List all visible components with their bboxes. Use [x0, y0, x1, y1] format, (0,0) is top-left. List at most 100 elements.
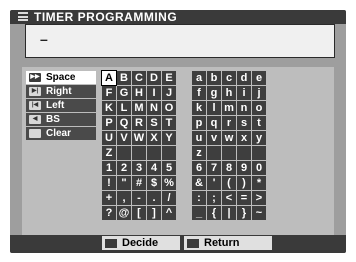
decide-button[interactable]: Decide [102, 236, 180, 250]
char-key[interactable]: _ [192, 206, 206, 220]
char-key[interactable]: E [162, 71, 176, 85]
char-key[interactable]: u [192, 131, 206, 145]
clear-button[interactable]: Clear [26, 127, 96, 140]
char-key[interactable]: Y [162, 131, 176, 145]
text-input-field[interactable]: – [25, 24, 335, 58]
char-key[interactable]: + [102, 191, 116, 205]
char-key[interactable]: , [117, 191, 131, 205]
char-key[interactable]: % [162, 176, 176, 190]
char-key[interactable]: F [102, 86, 116, 100]
char-key[interactable]: ] [147, 206, 161, 220]
char-key[interactable]: W [132, 131, 146, 145]
char-key[interactable]: g [207, 86, 221, 100]
char-key[interactable]: 4 [147, 161, 161, 175]
char-key[interactable]: 9 [237, 161, 251, 175]
char-key[interactable]: n [237, 101, 251, 115]
char-key[interactable]: M [132, 101, 146, 115]
char-key[interactable]: m [222, 101, 236, 115]
char-key[interactable]: C [132, 71, 146, 85]
char-key[interactable]: X [147, 131, 161, 145]
char-key[interactable]: { [207, 206, 221, 220]
char-key[interactable]: ; [207, 191, 221, 205]
char-key[interactable]: U [102, 131, 116, 145]
char-key[interactable]: P [102, 116, 116, 130]
char-key[interactable]: b [207, 71, 221, 85]
right-button[interactable]: ▶| Right [26, 85, 96, 98]
char-key[interactable]: v [207, 131, 221, 145]
char-key[interactable]: 6 [192, 161, 206, 175]
char-key[interactable]: z [192, 146, 206, 160]
char-key[interactable]: p [192, 116, 206, 130]
char-key[interactable]: 1 [102, 161, 116, 175]
char-key[interactable]: L [117, 101, 131, 115]
char-key[interactable]: ) [237, 176, 251, 190]
char-key[interactable]: h [222, 86, 236, 100]
char-key[interactable]: ^ [162, 206, 176, 220]
char-key[interactable]: A [101, 70, 117, 86]
char-key[interactable]: O [162, 101, 176, 115]
char-key[interactable]: } [237, 206, 251, 220]
char-key[interactable]: G [117, 86, 131, 100]
char-key[interactable]: t [252, 116, 266, 130]
char-key[interactable]: # [132, 176, 146, 190]
char-key[interactable]: K [102, 101, 116, 115]
char-key[interactable]: & [192, 176, 206, 190]
char-key[interactable]: 8 [222, 161, 236, 175]
char-key[interactable]: @ [117, 206, 131, 220]
char-key[interactable]: ~ [252, 206, 266, 220]
char-key[interactable]: j [252, 86, 266, 100]
char-key[interactable]: . [147, 191, 161, 205]
char-key[interactable]: o [252, 101, 266, 115]
char-key[interactable]: ? [102, 206, 116, 220]
char-key[interactable]: S [147, 116, 161, 130]
char-key[interactable]: w [222, 131, 236, 145]
char-key[interactable]: D [147, 71, 161, 85]
char-key[interactable]: | [222, 206, 236, 220]
char-key[interactable]: ! [102, 176, 116, 190]
char-key[interactable]: r [222, 116, 236, 130]
char-key[interactable]: Z [102, 146, 116, 160]
char-key[interactable]: q [207, 116, 221, 130]
char-key[interactable]: $ [147, 176, 161, 190]
char-key[interactable]: Q [117, 116, 131, 130]
char-key[interactable]: 5 [162, 161, 176, 175]
char-key[interactable]: f [192, 86, 206, 100]
char-key[interactable]: k [192, 101, 206, 115]
char-key[interactable]: * [252, 176, 266, 190]
left-button[interactable]: |◀ Left [26, 99, 96, 112]
char-key[interactable]: c [222, 71, 236, 85]
backspace-button[interactable]: ◀ BS [26, 113, 96, 126]
char-key[interactable]: < [222, 191, 236, 205]
char-key[interactable]: H [132, 86, 146, 100]
char-key[interactable]: 0 [252, 161, 266, 175]
return-button[interactable]: Return [184, 236, 272, 250]
char-key[interactable]: ( [222, 176, 236, 190]
char-key[interactable]: ' [207, 176, 221, 190]
char-key[interactable]: " [117, 176, 131, 190]
char-key[interactable]: x [237, 131, 251, 145]
char-key[interactable]: d [237, 71, 251, 85]
char-key[interactable]: [ [132, 206, 146, 220]
char-key[interactable]: 3 [132, 161, 146, 175]
char-key[interactable]: B [117, 71, 131, 85]
char-key[interactable]: = [237, 191, 251, 205]
char-key[interactable]: y [252, 131, 266, 145]
char-key[interactable]: s [237, 116, 251, 130]
char-key[interactable]: N [147, 101, 161, 115]
char-key[interactable]: : [192, 191, 206, 205]
char-key[interactable]: - [132, 191, 146, 205]
char-key[interactable]: V [117, 131, 131, 145]
char-key[interactable]: T [162, 116, 176, 130]
char-key[interactable]: / [162, 191, 176, 205]
char-key[interactable]: a [192, 71, 206, 85]
char-key[interactable]: i [237, 86, 251, 100]
char-key[interactable]: 2 [117, 161, 131, 175]
char-key[interactable]: > [252, 191, 266, 205]
char-key[interactable]: l [207, 101, 221, 115]
char-key[interactable]: R [132, 116, 146, 130]
char-key[interactable]: 7 [207, 161, 221, 175]
char-key[interactable]: I [147, 86, 161, 100]
char-key[interactable]: J [162, 86, 176, 100]
space-button[interactable]: ▶▶ Space [26, 71, 96, 84]
char-key[interactable]: e [252, 71, 266, 85]
